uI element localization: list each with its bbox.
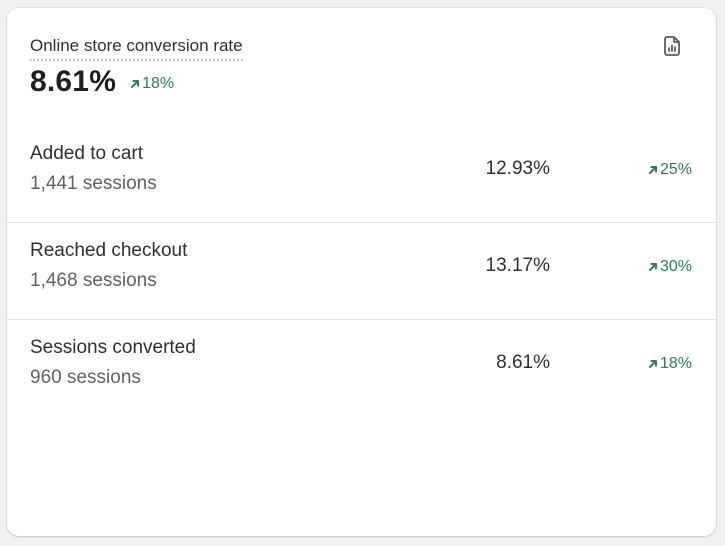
metric-title[interactable]: Online store conversion rate bbox=[30, 36, 243, 61]
step-change-value: 25% bbox=[659, 161, 692, 178]
arrow-up-right-icon bbox=[128, 77, 142, 91]
step-change-value: 30% bbox=[659, 258, 692, 275]
step-rate: 13.17% bbox=[485, 255, 550, 276]
step-change-value: 18% bbox=[659, 355, 692, 372]
step-label: Sessions converted bbox=[30, 337, 196, 358]
step-label: Reached checkout bbox=[30, 240, 188, 261]
arrow-up-right-icon bbox=[646, 357, 660, 371]
funnel-row-sessions-converted: Sessions converted 960 sessions 8.61% 18… bbox=[7, 320, 716, 417]
conversion-rate-value: 8.61% bbox=[30, 65, 117, 98]
step-rate: 8.61% bbox=[496, 352, 550, 373]
arrow-up-right-icon bbox=[646, 260, 660, 274]
funnel-row-reached-checkout: Reached checkout 1,468 sessions 13.17% 3… bbox=[7, 223, 716, 320]
arrow-up-right-icon bbox=[646, 163, 660, 177]
report-button[interactable] bbox=[660, 35, 684, 62]
funnel-row-added-to-cart: Added to cart 1,441 sessions 12.93% 25% bbox=[7, 126, 716, 223]
headline-change-value: 18% bbox=[142, 75, 175, 92]
step-sessions: 1,468 sessions bbox=[30, 270, 157, 291]
headline-metric: 8.61% 18% bbox=[30, 65, 696, 99]
step-change: 25% bbox=[646, 161, 692, 179]
step-rate: 12.93% bbox=[485, 158, 550, 179]
step-change: 18% bbox=[646, 355, 692, 373]
card-header: Online store conversion rate 8.61% 18% bbox=[30, 35, 696, 106]
funnel-steps: Added to cart 1,441 sessions 12.93% 25% … bbox=[7, 126, 716, 417]
step-label: Added to cart bbox=[30, 143, 144, 164]
headline-change: 18% bbox=[128, 75, 174, 93]
conversion-rate-card: Online store conversion rate 8.61% 18% A bbox=[7, 8, 716, 536]
step-sessions: 1,441 sessions bbox=[30, 173, 157, 194]
report-document-icon bbox=[662, 35, 682, 62]
step-sessions: 960 sessions bbox=[30, 367, 141, 388]
step-change: 30% bbox=[646, 258, 692, 276]
